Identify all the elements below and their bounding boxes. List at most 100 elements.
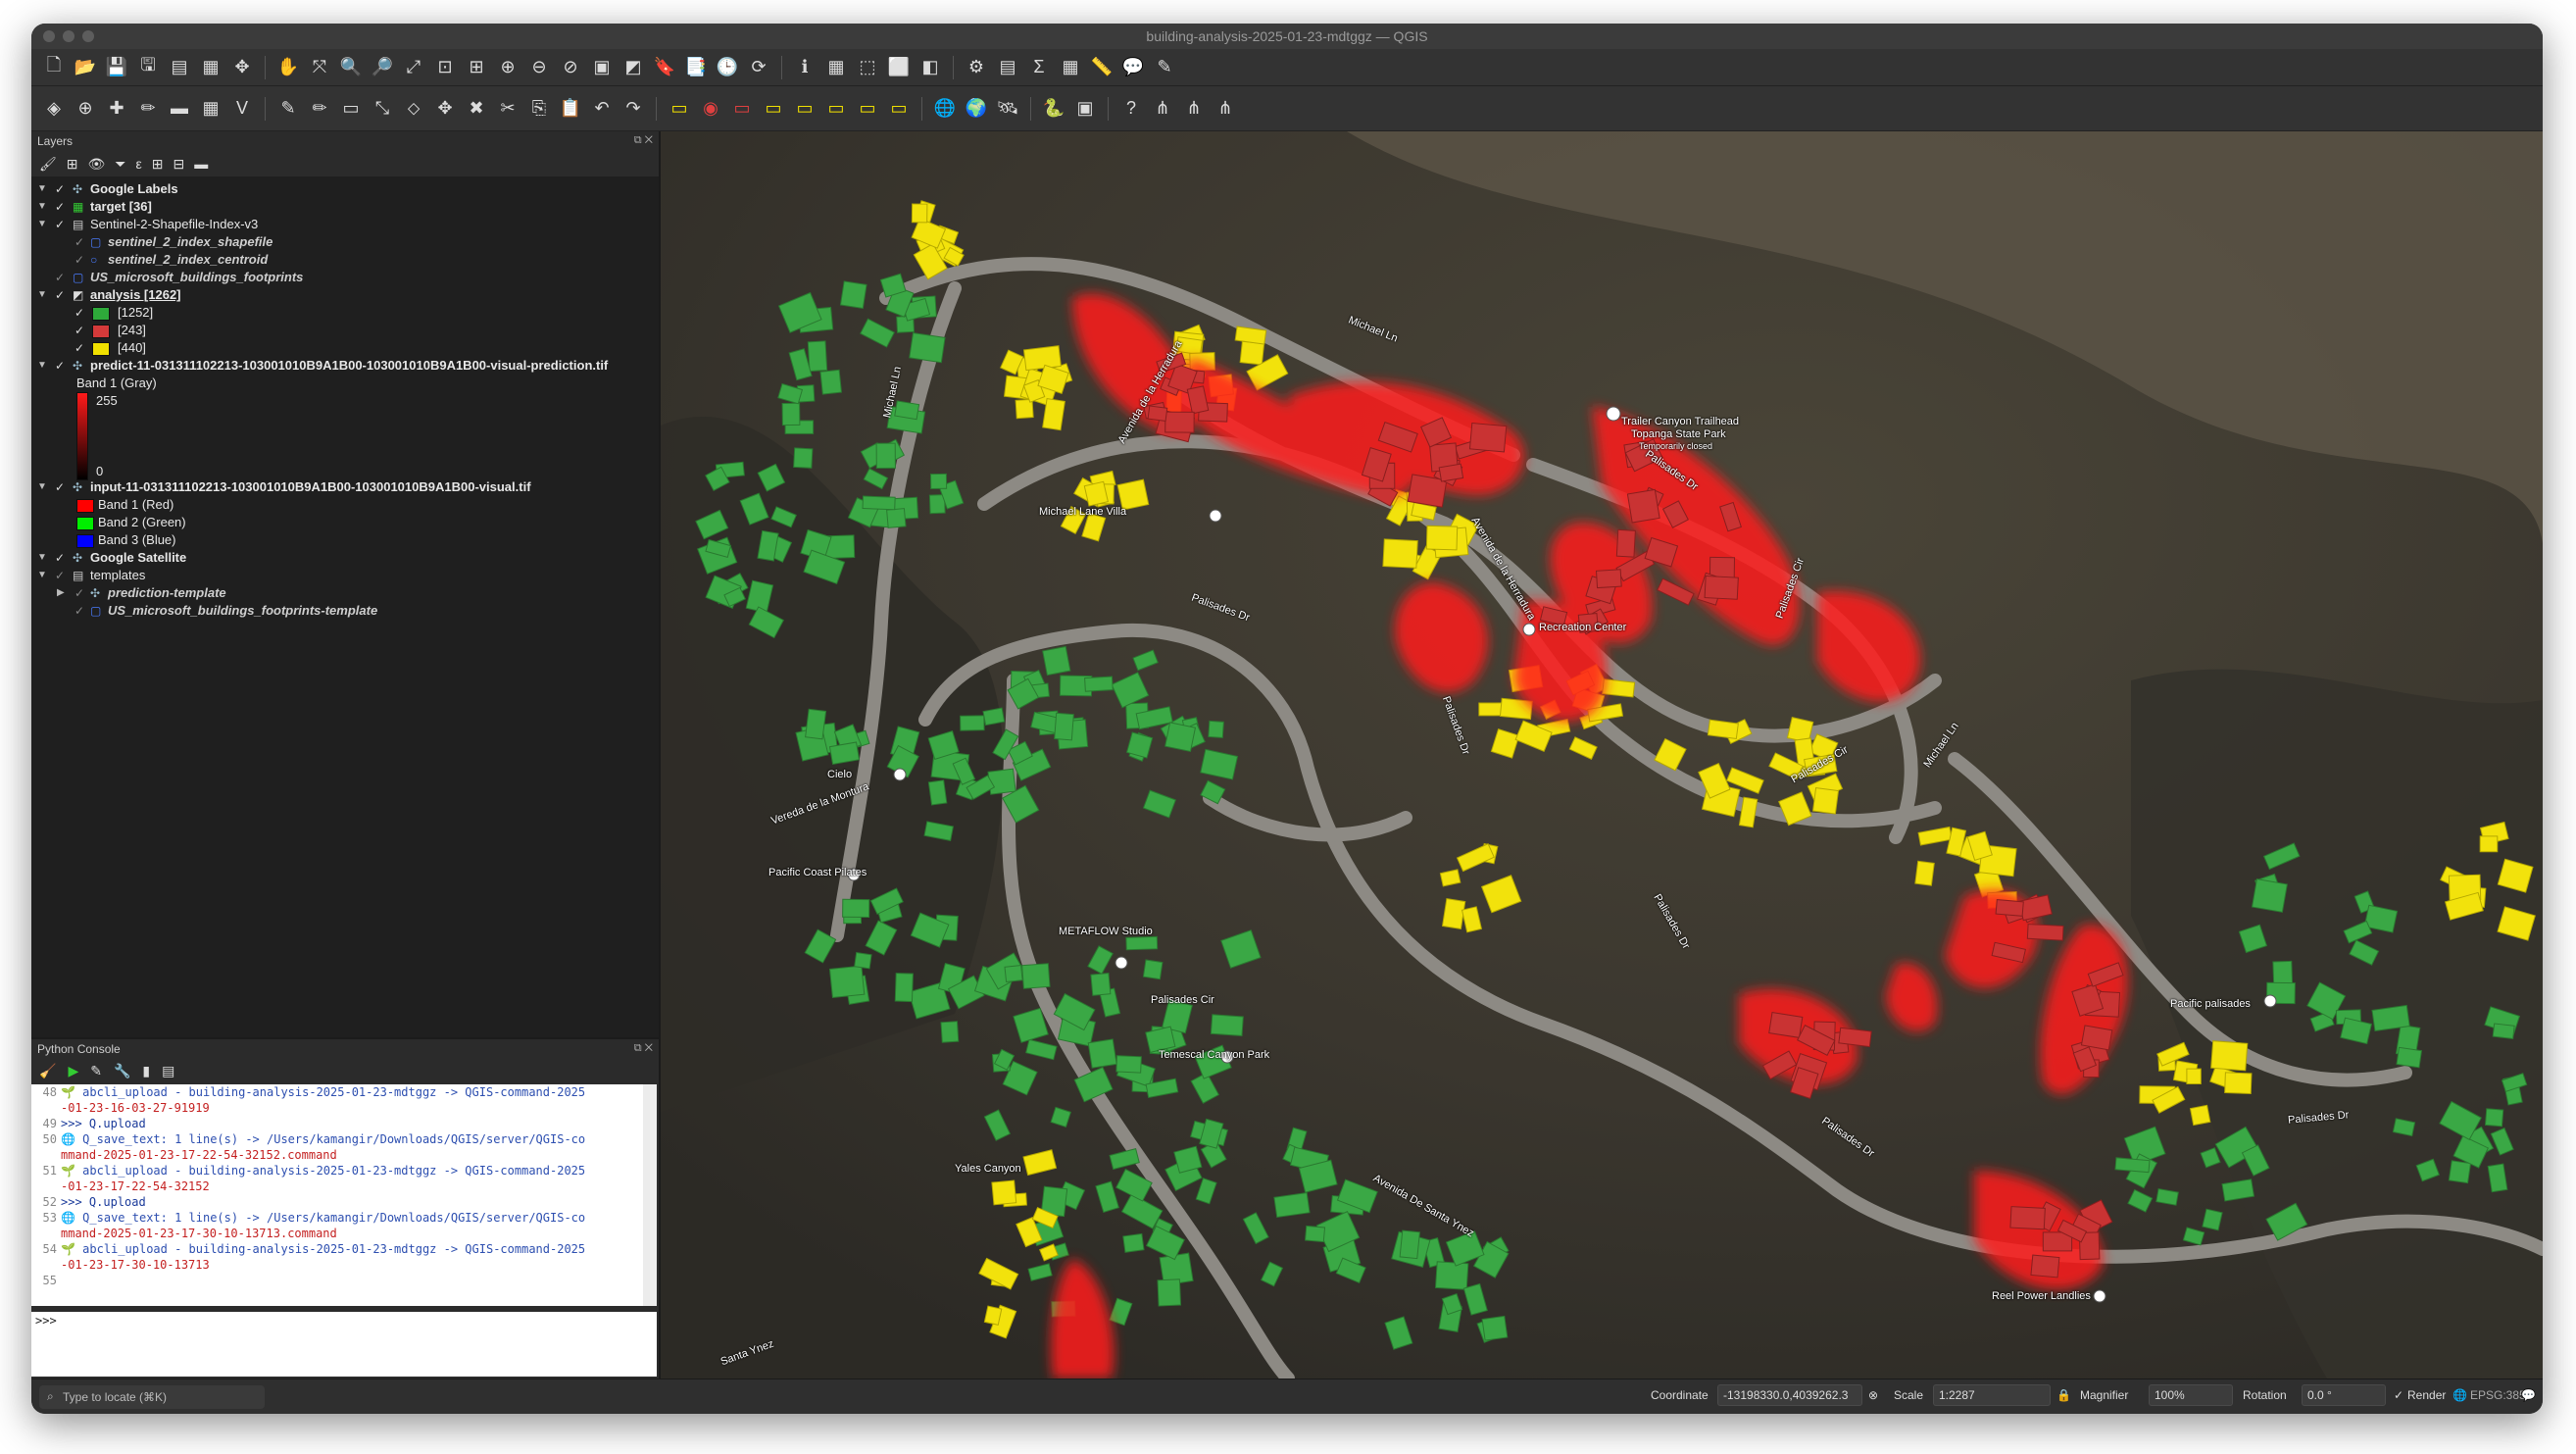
visibility-checkbox[interactable]: ✓ — [74, 584, 84, 602]
new-project-icon[interactable]: 🗋 — [41, 55, 67, 80]
save-project-icon[interactable]: 💾 — [104, 55, 129, 80]
visibility-checkbox[interactable]: ✓ — [55, 567, 65, 584]
style-layer-icon[interactable]: 🖌 — [39, 156, 57, 173]
layer-group-sentinel[interactable]: ▼ ✓ ▤ Sentinel-2-Shapefile-Index-v3 — [31, 216, 659, 233]
layer-sentinel-index-shapefile[interactable]: ✓ ▢ sentinel_2_index_shapefile — [31, 233, 659, 251]
visibility-checkbox[interactable]: ✓ — [55, 216, 65, 233]
processing-toolbox-icon[interactable]: ⚙ — [964, 55, 989, 80]
zoom-next-icon[interactable]: ⊘ — [558, 55, 583, 80]
console-scrollbar[interactable] — [643, 1084, 657, 1306]
virtual-layer-icon[interactable]: V — [229, 96, 255, 122]
api-docs-icon[interactable]: ▤ — [162, 1063, 174, 1079]
zoom-native-icon[interactable]: ⊕ — [495, 55, 520, 80]
select-features-icon[interactable]: ⬚ — [855, 55, 880, 80]
new-map-view-icon[interactable]: ▣ — [589, 55, 615, 80]
new-bookmark-icon[interactable]: 🔖 — [652, 55, 677, 80]
style-manager-icon[interactable]: ✥ — [229, 55, 255, 80]
visibility-checkbox[interactable]: ✓ — [74, 602, 84, 620]
add-feature-icon[interactable]: ⤡ — [370, 96, 395, 122]
statistics-icon[interactable]: Σ — [1026, 55, 1052, 80]
zoom-full-icon[interactable]: ⤢ — [401, 55, 426, 80]
visibility-checkbox[interactable]: ✓ — [55, 357, 65, 375]
copy-features-icon[interactable]: ⎘ — [526, 96, 552, 122]
toggle-editing-icon[interactable]: ✎ — [275, 96, 301, 122]
metasearch-icon[interactable]: 🛰 — [995, 96, 1020, 122]
add-layer-icon[interactable]: ⊕ — [73, 96, 98, 122]
console-output[interactable]: 48 🌱 abcli_upload - building-analysis-202… — [31, 1084, 643, 1306]
visibility-checkbox[interactable]: ✓ — [55, 180, 65, 198]
expand-arrow-icon[interactable]: ▼ — [37, 180, 47, 198]
digitize-icon[interactable]: ✏ — [135, 96, 161, 122]
legend-class-intact[interactable]: ✓ [1252] — [31, 304, 659, 322]
new-3d-view-icon[interactable]: ◩ — [620, 55, 646, 80]
new-shapefile-icon[interactable]: ▬ — [167, 96, 192, 122]
scale-field[interactable]: 1:2287 — [1933, 1384, 2051, 1406]
console-input[interactable]: >>> — [31, 1312, 657, 1377]
change-label-icon[interactable]: ▭ — [886, 96, 912, 122]
toggle-extents-icon[interactable]: ⊗ — [1868, 1388, 1878, 1402]
web-globe-icon[interactable]: 🌍 — [964, 96, 989, 122]
new-layer-icon[interactable]: ✚ — [104, 96, 129, 122]
show-hide-labels-icon[interactable]: ▭ — [792, 96, 817, 122]
pan-icon[interactable]: ✋ — [275, 55, 301, 80]
visibility-checkbox[interactable]: ✓ — [55, 549, 65, 567]
messages-icon[interactable]: 💬 — [2521, 1388, 2536, 1402]
expand-arrow-icon[interactable]: ▼ — [37, 286, 47, 304]
zoom-in-icon[interactable]: 🔍 — [338, 55, 364, 80]
mesh-vertex-icon[interactable]: ⋔ — [1213, 96, 1238, 122]
options-icon[interactable]: 🔧 — [114, 1063, 130, 1079]
save-as-icon[interactable]: 🖫 — [135, 55, 161, 80]
remove-layer-icon[interactable]: ▬ — [194, 156, 208, 172]
visibility-checkbox[interactable]: ✓ — [74, 251, 84, 269]
visibility-checkbox[interactable]: ✓ — [55, 478, 65, 496]
layer-group-templates[interactable]: ▼ ✓ ▤ templates — [31, 567, 659, 584]
locator-search[interactable]: ⌕ Type to locate (⌘K) — [39, 1385, 265, 1409]
zoom-to-selection-icon[interactable]: ⊡ — [432, 55, 458, 80]
run-command-icon[interactable]: ▶ — [68, 1063, 78, 1079]
filter-legend-icon[interactable]: ⏷ — [115, 156, 125, 173]
expand-arrow-icon[interactable]: ▼ — [37, 567, 47, 584]
layer-prediction-template[interactable]: ▶ ✓ ✣ prediction-template — [31, 584, 659, 602]
expand-arrow-icon[interactable]: ▼ — [37, 549, 47, 567]
add-group-icon[interactable]: ⊞ — [67, 156, 78, 173]
visibility-checkbox[interactable]: ✓ — [74, 322, 84, 339]
expand-arrow-icon[interactable]: ▶ — [57, 584, 67, 602]
pin-labels-icon[interactable]: ▭ — [761, 96, 786, 122]
field-calculator-icon[interactable]: ▤ — [995, 55, 1020, 80]
pencil-icon[interactable]: ✏ — [307, 96, 332, 122]
layer-buildings-template[interactable]: ✓ ▢ US_microsoft_buildings_footprints-temp… — [31, 602, 659, 620]
cut-features-icon[interactable]: ✂ — [495, 96, 520, 122]
visibility-checkbox[interactable]: ✓ — [55, 269, 65, 286]
expand-arrow-icon[interactable]: ▼ — [37, 478, 47, 496]
visibility-checkbox[interactable]: ✓ — [74, 233, 84, 251]
pan-to-selection-icon[interactable]: ⤧ — [307, 55, 332, 80]
layer-labeling-icon[interactable]: ◉ — [698, 96, 723, 122]
plugin-icon[interactable]: ▣ — [1072, 96, 1098, 122]
vertex-tool-icon[interactable]: ⬦ — [401, 96, 426, 122]
visibility-checkbox[interactable]: ✓ — [74, 339, 84, 357]
layer-sentinel-index-centroid[interactable]: ✓ ○ sentinel_2_index_centroid — [31, 251, 659, 269]
expand-arrow-icon[interactable]: ▼ — [37, 357, 47, 375]
layer-analysis[interactable]: ▼ ✓ ◩ analysis [1262] — [31, 286, 659, 304]
visibility-checkbox[interactable]: ✓ — [74, 304, 84, 322]
show-bookmarks-icon[interactable]: 📑 — [683, 55, 709, 80]
collapse-all-icon[interactable]: ⊟ — [173, 156, 184, 173]
paste-features-icon[interactable]: 📋 — [558, 96, 583, 122]
undo-icon[interactable]: ↶ — [589, 96, 615, 122]
attribute-table-icon[interactable]: ▦ — [1058, 55, 1083, 80]
save-edits-icon[interactable]: ▭ — [338, 96, 364, 122]
zoom-last-icon[interactable]: ⊖ — [526, 55, 552, 80]
label-tool-icon[interactable]: ▭ — [667, 96, 692, 122]
layer-target[interactable]: ▼ ✓ ▦ target [36] — [31, 198, 659, 216]
coordinate-field[interactable]: -13198330.0,4039262.3 — [1717, 1384, 1862, 1406]
mesh-tool-icon[interactable]: ⋔ — [1150, 96, 1175, 122]
visibility-checkbox[interactable]: ✓ — [55, 286, 65, 304]
map-tips-icon[interactable]: 💬 — [1120, 55, 1146, 80]
layer-predict-raster[interactable]: ▼ ✓ ✣ predict-11-031311102213-103001010B9A1… — [31, 357, 659, 375]
map-canvas[interactable]: Michael Ln Michael Ln Avenida de la Herr… — [661, 131, 2543, 1379]
new-geopackage-icon[interactable]: ▦ — [198, 96, 223, 122]
move-feature-icon[interactable]: ✥ — [432, 96, 458, 122]
panel-float-close-icon[interactable]: ⧉ ✕ — [634, 134, 653, 147]
panel-float-close-icon[interactable]: ⧉ ✕ — [634, 1042, 653, 1055]
help-icon[interactable]: ? — [1118, 96, 1144, 122]
